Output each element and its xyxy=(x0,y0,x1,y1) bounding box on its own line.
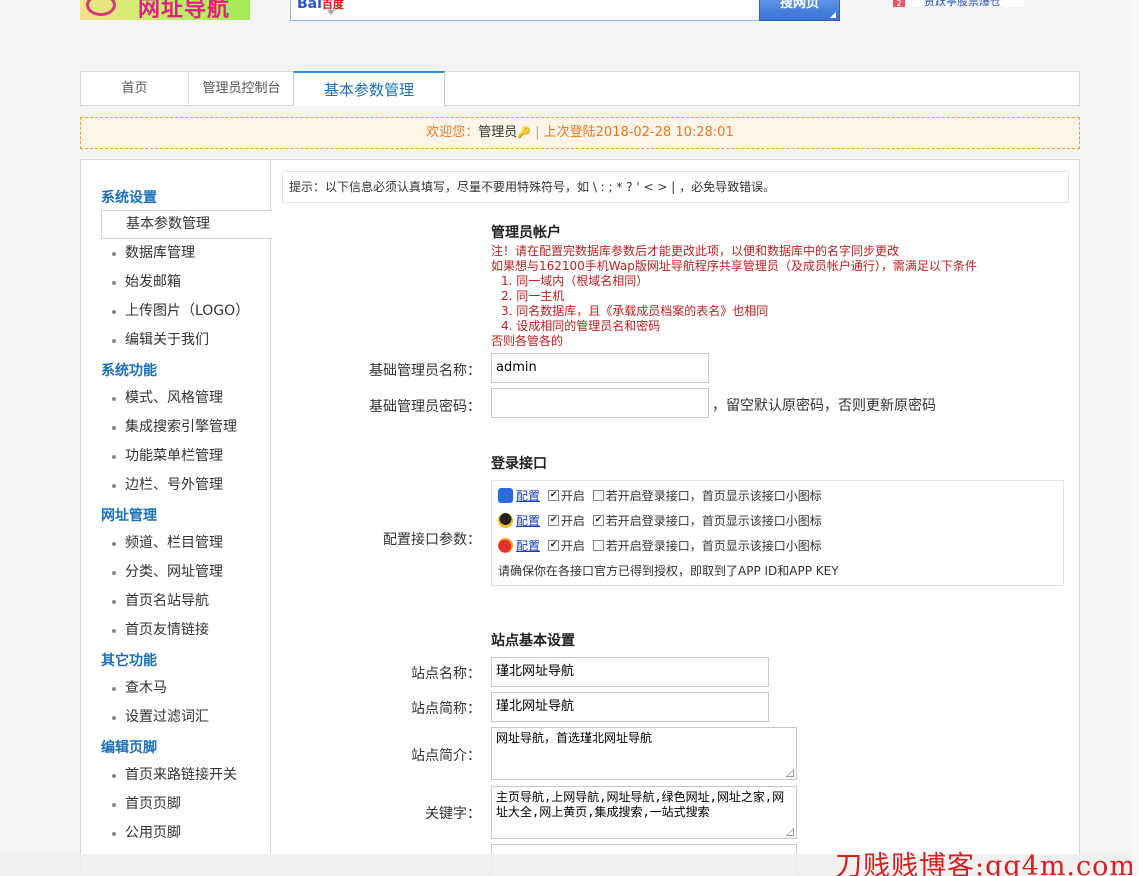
site-desc-textarea[interactable]: 网址导航，首选瑾北网址导航 xyxy=(491,727,797,780)
watermark-text: 刀贱贱博客:qq4m.com xyxy=(834,851,1136,876)
login-section-title: 登录接口 xyxy=(491,456,547,472)
key-icon: 🔑 xyxy=(517,126,531,139)
login-row-qq: 配置 开启 若开启登录接口，首页显示该接口小图标 xyxy=(498,512,822,530)
site-short-input[interactable]: 瑾北网址导航 xyxy=(491,692,769,722)
sidebar-item-search-engines[interactable]: 集成搜索引擎管理 xyxy=(101,415,271,439)
sidebar-item-categories[interactable]: 分类、网址管理 xyxy=(101,560,271,584)
login-notice: 请确保你在各接口官方已得到授权，即取到了APP ID和APP KEY xyxy=(498,564,839,578)
sidebar: 系统设置 基本参数管理 数据库管理 始发邮箱 上传图片（LOGO） 编辑关于我们… xyxy=(81,160,272,876)
site-section-title: 站点基本设置 xyxy=(491,633,575,649)
admin-note: 注！请在配置完数据库参数后才能更改此项，以便和数据库中的名字同步更改 如果想与1… xyxy=(491,244,977,348)
weibo-config-link[interactable]: 配置 xyxy=(516,539,540,553)
site-logo[interactable]: 网址导航 xyxy=(80,0,250,20)
welcome-prefix: 欢迎您： xyxy=(426,125,479,140)
hot-rank-badge: 2 xyxy=(893,0,905,8)
login-config-label: 配置接口参数： xyxy=(383,532,481,548)
sidebar-section-other[interactable]: 其它功能 xyxy=(101,650,157,670)
sidebar-item-referrer-switch[interactable]: 首页来路链接开关 xyxy=(101,763,271,787)
chevron-down-icon[interactable] xyxy=(327,10,335,15)
sidebar-section-system-functions[interactable]: 系统功能 xyxy=(101,360,157,380)
qq-show-icon-checkbox[interactable] xyxy=(592,515,604,526)
sidebar-item-common-footer[interactable]: 公用页脚 xyxy=(101,821,271,845)
sidebar-item-filter-words[interactable]: 设置过滤词汇 xyxy=(101,705,271,729)
tab-admin-console[interactable]: 管理员控制台 xyxy=(188,72,294,105)
admin-name-input[interactable]: admin xyxy=(491,353,709,383)
login-interface-box: 配置 开启 若开启登录接口，首页显示该接口小图标 配置 开启 若开启登录接口，首… xyxy=(491,480,1064,586)
welcome-separator: | xyxy=(535,125,540,140)
main-tabs: 首页 管理员控制台 基本参数管理 xyxy=(80,71,1080,106)
weibo-show-icon-checkbox[interactable] xyxy=(592,540,604,551)
search-button[interactable]: 搜网页 ◢ xyxy=(759,0,840,21)
search-input[interactable]: Bai百度 xyxy=(290,0,760,21)
hot-search-link[interactable]: 贾跃亭股票爆仓 xyxy=(908,0,1024,7)
sidebar-item-famous-sites[interactable]: 首页名站导航 xyxy=(101,589,271,613)
logo-text: 网址导航 xyxy=(138,0,231,20)
keywords-label: 关键字： xyxy=(425,806,481,822)
weibo-enable-checkbox[interactable] xyxy=(547,540,559,551)
sidebar-item-upload-logo[interactable]: 上传图片（LOGO） xyxy=(101,299,271,323)
admin-password-hint: ，留空默认原密码，否则更新原密码 xyxy=(712,398,936,414)
main-panel: 系统设置 基本参数管理 数据库管理 始发邮箱 上传图片（LOGO） 编辑关于我们… xyxy=(80,159,1080,876)
sidebar-item-about-us[interactable]: 编辑关于我们 xyxy=(101,328,271,352)
resize-grip-icon[interactable] xyxy=(786,828,794,836)
keywords-textarea[interactable]: 主页导航,上网导航,网址导航,绿色网址,网址之家,网址大全,网上黄页,集成搜索,… xyxy=(491,786,797,839)
sidebar-section-url-management[interactable]: 网址管理 xyxy=(101,505,157,525)
sidebar-item-friend-links[interactable]: 首页友情链接 xyxy=(101,618,271,642)
weibo-icon xyxy=(498,538,513,553)
sidebar-item-menu-bar[interactable]: 功能菜单栏管理 xyxy=(101,444,271,468)
sidebar-item-home-footer[interactable]: 首页页脚 xyxy=(101,792,271,816)
sidebar-item-trojan-check[interactable]: 查木马 xyxy=(101,676,271,700)
site-short-label: 站点简称： xyxy=(411,701,481,717)
tab-basic-params[interactable]: 基本参数管理 xyxy=(293,71,445,106)
sidebar-item-mode-style[interactable]: 模式、风格管理 xyxy=(101,386,271,410)
admin-name-label: 基础管理员名称： xyxy=(369,363,481,379)
sidebar-item-basic-params[interactable]: 基本参数管理 xyxy=(101,210,272,239)
resize-grip-icon[interactable] xyxy=(786,769,794,777)
sidebar-section-footer[interactable]: 编辑页脚 xyxy=(101,737,157,757)
top-bar: 网址导航 Bai百度 搜网页 ◢ 2 贾跃亭股票爆仓 xyxy=(0,0,1139,24)
search-engine-logo[interactable]: Bai百度 xyxy=(297,0,344,12)
tip-box: 提示：以下信息必须认真填写，尽量不要用特殊符号，如 \ : ; * ? ' < … xyxy=(282,171,1069,203)
last-login: 上次登陆2018-02-28 10:28:01 xyxy=(543,125,734,140)
baidu-show-icon-checkbox[interactable] xyxy=(592,490,604,501)
sidebar-item-database[interactable]: 数据库管理 xyxy=(101,241,271,265)
login-row-weibo: 配置 开启 若开启登录接口，首页显示该接口小图标 xyxy=(498,537,822,555)
qq-config-link[interactable]: 配置 xyxy=(516,514,540,528)
content-area: 提示：以下信息必须认真填写，尽量不要用特殊符号，如 \ : ; * ? ' < … xyxy=(272,160,1080,876)
baidu-enable-checkbox[interactable] xyxy=(547,490,559,501)
site-name-label: 站点名称： xyxy=(411,666,481,682)
baidu-paw-icon xyxy=(498,488,513,503)
sidebar-section-system-settings[interactable]: 系统设置 xyxy=(101,187,157,207)
tab-home[interactable]: 首页 xyxy=(81,72,188,105)
sidebar-item-mailbox[interactable]: 始发邮箱 xyxy=(101,270,271,294)
heart-logo-icon xyxy=(86,0,116,16)
admin-section-title: 管理员帐户 xyxy=(491,225,561,241)
site-name-input[interactable]: 瑾北网址导航 xyxy=(491,657,769,687)
qq-enable-checkbox[interactable] xyxy=(547,515,559,526)
sidebar-item-sidebar-extra[interactable]: 边栏、号外管理 xyxy=(101,473,271,497)
admin-password-input[interactable] xyxy=(491,388,709,418)
site-desc-label: 站点简介： xyxy=(411,748,481,764)
sidebar-item-channels[interactable]: 频道、栏目管理 xyxy=(101,531,271,555)
admin-password-label: 基础管理员密码： xyxy=(369,399,481,415)
login-row-baidu: 配置 开启 若开启登录接口，首页显示该接口小图标 xyxy=(498,487,822,505)
qq-penguin-icon xyxy=(498,513,513,528)
scrollbar[interactable] xyxy=(1132,0,1139,876)
welcome-user: 管理员 xyxy=(478,125,518,140)
expand-corner-icon: ◢ xyxy=(829,10,836,19)
baidu-config-link[interactable]: 配置 xyxy=(516,489,540,503)
welcome-bar: 欢迎您：管理员🔑 | 上次登陆2018-02-28 10:28:01 xyxy=(80,117,1080,149)
